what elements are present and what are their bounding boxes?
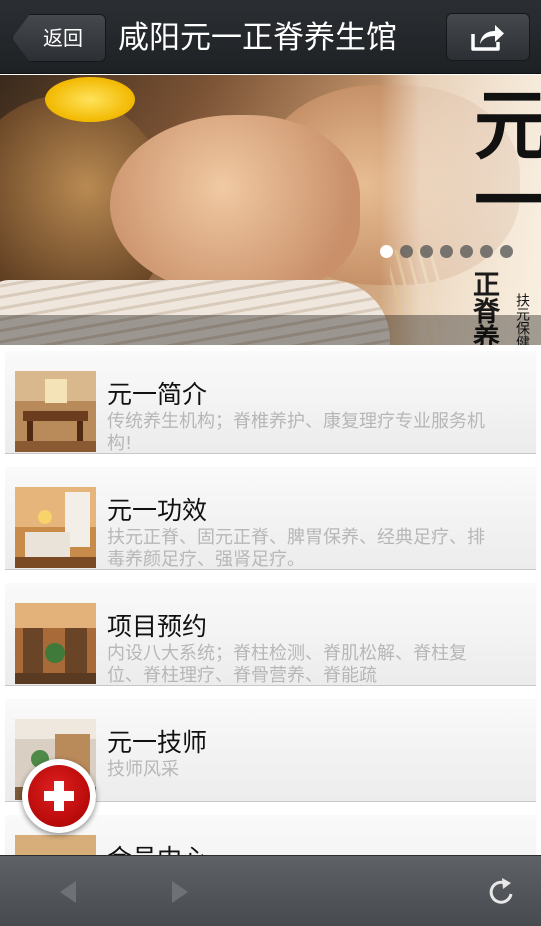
carousel-dot-active[interactable] xyxy=(380,245,393,258)
back-button[interactable]: 返回 xyxy=(12,14,106,62)
nav-forward-button[interactable] xyxy=(162,874,198,910)
list-item-title: 项目预约 xyxy=(107,612,208,641)
arrow-right-icon xyxy=(172,881,188,903)
list-item-title: 元一技师 xyxy=(107,728,208,757)
carousel-dots xyxy=(380,245,513,259)
carousel-dot[interactable] xyxy=(400,245,413,258)
share-icon xyxy=(471,25,504,51)
carousel-dot[interactable] xyxy=(440,245,453,258)
refresh-button[interactable] xyxy=(484,874,520,910)
list-item-title: 元一功效 xyxy=(107,496,208,525)
refresh-icon xyxy=(489,878,513,904)
banner-face xyxy=(110,115,360,295)
add-fab-button[interactable] xyxy=(22,759,96,833)
banner-carousel[interactable]: 元一 正脊养生馆 扶元保健按摩 xyxy=(0,75,541,345)
list-item-desc: 扶元正脊、固元正脊、脾胃保养、经典足疗、排毒养颜足疗、强肾足疗。 xyxy=(107,527,485,570)
nav-back-button[interactable] xyxy=(50,874,86,910)
fab-circle xyxy=(28,765,90,827)
list-item-title: 元一简介 xyxy=(107,380,208,409)
list-item-booking[interactable]: 项目预约 内设八大系统；脊柱检测、脊肌松解、脊柱复位、脊柱理疗、脊骨营养、脊能疏 xyxy=(5,582,536,686)
thumbnail-image xyxy=(15,835,96,855)
list-item-effects[interactable]: 元一功效 扶元正脊、固元正脊、脾胃保养、经典足疗、排毒养颜足疗、强肾足疗。 xyxy=(5,466,536,570)
flower-image xyxy=(45,77,135,122)
share-button[interactable] xyxy=(446,13,530,61)
banner-caption-bar xyxy=(0,315,541,345)
list-item-title: 会员中心 xyxy=(107,839,207,855)
carousel-dot[interactable] xyxy=(480,245,493,258)
bottom-toolbar xyxy=(0,855,541,926)
list-item-desc: 传统养生机构；脊椎养护、康复理疗专业服务机构! xyxy=(107,411,485,454)
page-title: 咸阳元一正脊养生馆 xyxy=(118,20,397,56)
plus-icon xyxy=(44,781,74,811)
list-item-intro[interactable]: 元一简介 传统养生机构；脊椎养护、康复理疗专业服务机构! xyxy=(5,350,536,454)
banner-logo-main: 元一 xyxy=(461,85,541,237)
carousel-dot[interactable] xyxy=(460,245,473,258)
carousel-dot[interactable] xyxy=(420,245,433,258)
thumbnail-image xyxy=(15,371,96,452)
thumbnail-image xyxy=(15,603,96,684)
list-item-desc: 内设八大系统；脊柱检测、脊肌松解、脊柱复位、脊柱理疗、脊骨营养、脊能疏 xyxy=(107,643,467,686)
list-item-desc: 技师风采 xyxy=(107,759,179,780)
carousel-dot[interactable] xyxy=(500,245,513,258)
thumbnail-image xyxy=(15,487,96,568)
arrow-left-icon xyxy=(60,881,76,903)
header-bar: 返回 咸阳元一正脊养生馆 xyxy=(0,0,541,74)
